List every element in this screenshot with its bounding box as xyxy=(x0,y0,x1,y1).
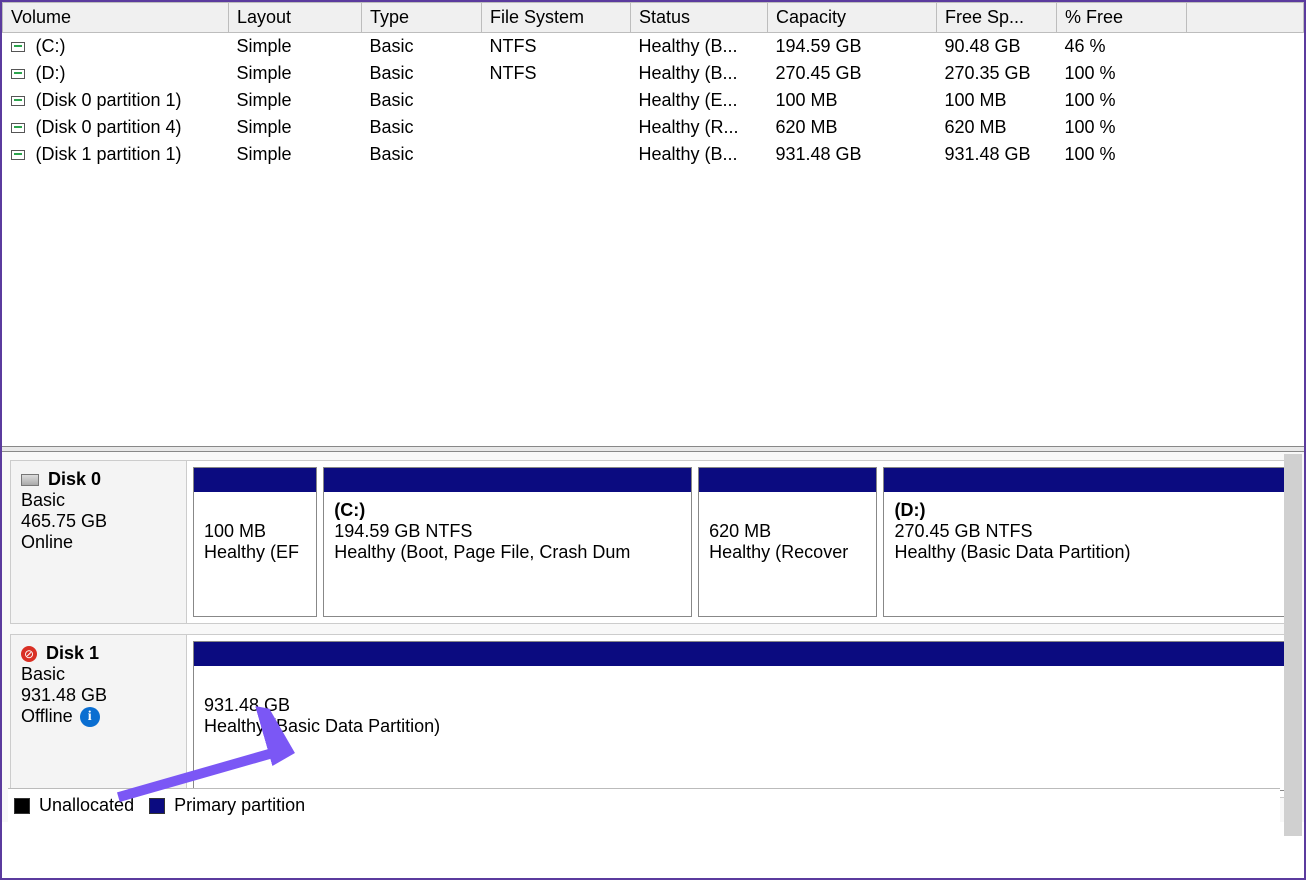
legend-swatch-unallocated xyxy=(14,798,30,814)
col-volume[interactable]: Volume xyxy=(3,3,229,33)
volume-table[interactable]: Volume Layout Type File System Status Ca… xyxy=(2,2,1304,168)
partition-body: 100 MBHealthy (EF xyxy=(194,492,316,616)
col-spacer xyxy=(1187,3,1304,33)
col-status[interactable]: Status xyxy=(631,3,768,33)
partition-header xyxy=(324,468,691,492)
table-row[interactable]: (D:)SimpleBasicNTFSHealthy (B...270.45 G… xyxy=(3,60,1304,87)
info-icon[interactable]: i xyxy=(80,707,100,727)
partition-body: (C:)194.59 GB NTFSHealthy (Boot, Page Fi… xyxy=(324,492,691,616)
disk-0-label[interactable]: Disk 0 Basic 465.75 GB Online xyxy=(11,461,187,623)
col-capacity[interactable]: Capacity xyxy=(768,3,937,33)
col-percentfree[interactable]: % Free xyxy=(1057,3,1187,33)
table-row[interactable]: (C:)SimpleBasicNTFSHealthy (B...194.59 G… xyxy=(3,33,1304,61)
table-row[interactable]: (Disk 0 partition 1)SimpleBasicHealthy (… xyxy=(3,87,1304,114)
disk-graphical-pane: Disk 0 Basic 465.75 GB Online 100 MBHeal… xyxy=(2,452,1304,822)
disk-row-0[interactable]: Disk 0 Basic 465.75 GB Online 100 MBHeal… xyxy=(10,460,1296,624)
disk-0-state: Online xyxy=(21,532,176,553)
partition-header xyxy=(194,642,1288,666)
volume-icon xyxy=(11,96,25,106)
col-layout[interactable]: Layout xyxy=(229,3,362,33)
disk-icon xyxy=(21,474,39,486)
col-freespace[interactable]: Free Sp... xyxy=(937,3,1057,33)
disk-0-name: Disk 0 xyxy=(48,469,101,489)
volume-icon xyxy=(11,69,25,79)
partition-header xyxy=(194,468,316,492)
disk-1-label[interactable]: ⊘ Disk 1 Basic 931.48 GB Offline i xyxy=(11,635,187,797)
legend-text-primary: Primary partition xyxy=(174,795,305,815)
volume-list-pane: Volume Layout Type File System Status Ca… xyxy=(2,2,1304,446)
partition-block[interactable]: (D:)270.45 GB NTFSHealthy (Basic Data Pa… xyxy=(883,467,1289,617)
disk-1-state: Offline i xyxy=(21,706,176,727)
vertical-scrollbar[interactable] xyxy=(1284,454,1302,836)
legend-text-unallocated: Unallocated xyxy=(39,795,134,815)
partition-block[interactable]: 620 MBHealthy (Recover xyxy=(698,467,877,617)
partition-body: 620 MBHealthy (Recover xyxy=(699,492,876,616)
disk-1-name: Disk 1 xyxy=(46,643,99,663)
disk-1-type: Basic xyxy=(21,664,176,685)
table-row[interactable]: (Disk 0 partition 4)SimpleBasicHealthy (… xyxy=(3,114,1304,141)
partition-header xyxy=(884,468,1288,492)
volume-icon xyxy=(11,123,25,133)
legend-swatch-primary xyxy=(149,798,165,814)
disk-1-size: 931.48 GB xyxy=(21,685,176,706)
volume-icon xyxy=(11,42,25,52)
col-type[interactable]: Type xyxy=(362,3,482,33)
volume-icon xyxy=(11,150,25,160)
partition-block[interactable]: 931.48 GBHealthy (Basic Data Partition) xyxy=(193,641,1289,791)
disk-1-partitions: 931.48 GBHealthy (Basic Data Partition) xyxy=(187,635,1295,797)
col-filesystem[interactable]: File System xyxy=(482,3,631,33)
disk-1-state-text: Offline xyxy=(21,706,73,726)
partition-body: 931.48 GBHealthy (Basic Data Partition) xyxy=(194,666,1288,790)
disk-0-type: Basic xyxy=(21,490,176,511)
partition-header xyxy=(699,468,876,492)
disk-0-size: 465.75 GB xyxy=(21,511,176,532)
partition-body: (D:)270.45 GB NTFSHealthy (Basic Data Pa… xyxy=(884,492,1288,616)
disk-row-1[interactable]: ⊘ Disk 1 Basic 931.48 GB Offline i 931.4… xyxy=(10,634,1296,798)
partition-block[interactable]: 100 MBHealthy (EF xyxy=(193,467,317,617)
table-row[interactable]: (Disk 1 partition 1)SimpleBasicHealthy (… xyxy=(3,141,1304,168)
disk-0-partitions: 100 MBHealthy (EF(C:)194.59 GB NTFSHealt… xyxy=(187,461,1295,623)
disk-error-icon: ⊘ xyxy=(21,646,37,662)
partition-block[interactable]: (C:)194.59 GB NTFSHealthy (Boot, Page Fi… xyxy=(323,467,692,617)
legend-bar: Unallocated Primary partition xyxy=(8,788,1280,822)
